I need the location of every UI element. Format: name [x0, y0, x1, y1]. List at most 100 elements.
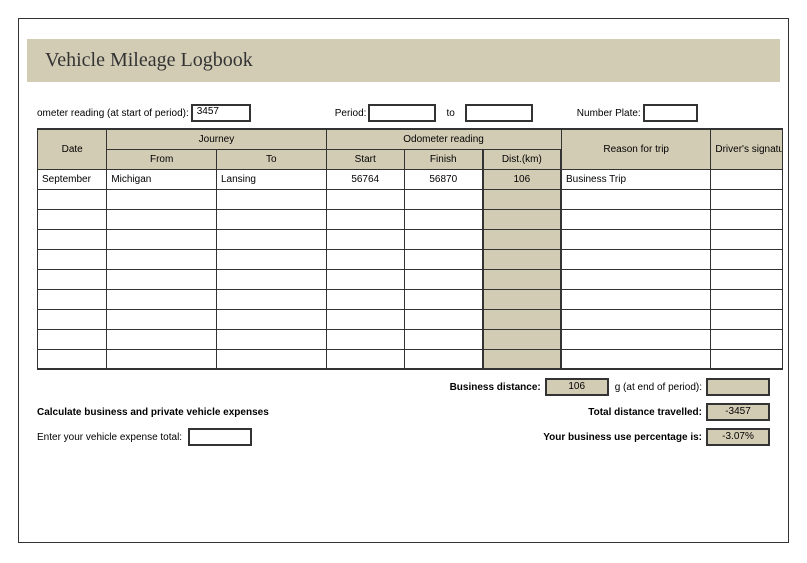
cell-start[interactable] [326, 329, 404, 349]
cell-finish[interactable] [404, 329, 482, 349]
odometer-start-input[interactable]: 3457 [191, 104, 251, 122]
cell-dist[interactable] [483, 349, 561, 369]
cell-reason[interactable] [561, 289, 711, 309]
cell-to[interactable]: Lansing [216, 169, 326, 189]
cell-finish[interactable] [404, 249, 482, 269]
end-period-input[interactable] [706, 378, 770, 396]
cell-date[interactable] [38, 209, 107, 229]
cell-sig[interactable] [711, 189, 783, 209]
cell-date[interactable] [38, 349, 107, 369]
cell-to[interactable] [216, 189, 326, 209]
cell-sig[interactable] [711, 269, 783, 289]
cell-finish[interactable] [404, 269, 482, 289]
col-from: From [107, 149, 217, 169]
cell-dist[interactable] [483, 249, 561, 269]
odometer-start-label: ometer reading (at start of period): [37, 108, 189, 119]
cell-dist[interactable] [483, 229, 561, 249]
cell-dist[interactable] [483, 189, 561, 209]
cell-from[interactable] [107, 229, 217, 249]
cell-finish[interactable]: 56870 [404, 169, 482, 189]
business-pct-value: -3.07% [706, 428, 770, 446]
cell-to[interactable] [216, 269, 326, 289]
cell-sig[interactable] [711, 209, 783, 229]
cell-sig[interactable] [711, 169, 783, 189]
cell-start[interactable] [326, 229, 404, 249]
cell-reason[interactable] [561, 209, 711, 229]
period-from-input[interactable] [368, 104, 436, 122]
cell-to[interactable] [216, 209, 326, 229]
cell-from[interactable] [107, 329, 217, 349]
total-distance-label: Total distance travelled: [588, 407, 702, 418]
cell-date[interactable] [38, 249, 107, 269]
cell-finish[interactable] [404, 289, 482, 309]
cell-dist[interactable] [483, 329, 561, 349]
cell-dist[interactable]: 106 [483, 169, 561, 189]
cell-reason[interactable] [561, 269, 711, 289]
cell-start[interactable] [326, 189, 404, 209]
cell-finish[interactable] [404, 349, 482, 369]
cell-from[interactable] [107, 309, 217, 329]
cell-from[interactable]: Michigan [107, 169, 217, 189]
cell-sig[interactable] [711, 229, 783, 249]
cell-dist[interactable] [483, 209, 561, 229]
cell-to[interactable] [216, 249, 326, 269]
cell-reason[interactable] [561, 309, 711, 329]
cell-reason[interactable] [561, 249, 711, 269]
cell-sig[interactable] [711, 329, 783, 349]
cell-from[interactable] [107, 209, 217, 229]
number-plate-input[interactable] [643, 104, 698, 122]
cell-from[interactable] [107, 349, 217, 369]
cell-dist[interactable] [483, 289, 561, 309]
cell-to[interactable] [216, 289, 326, 309]
cell-to[interactable] [216, 349, 326, 369]
cell-start[interactable] [326, 289, 404, 309]
cell-date[interactable] [38, 329, 107, 349]
cell-reason[interactable] [561, 189, 711, 209]
logbook-frame: Vehicle Mileage Logbook ometer reading (… [18, 18, 789, 543]
cell-from[interactable] [107, 249, 217, 269]
cell-finish[interactable] [404, 229, 482, 249]
cell-sig[interactable] [711, 249, 783, 269]
cell-start[interactable] [326, 249, 404, 269]
cell-date[interactable] [38, 269, 107, 289]
cell-start[interactable] [326, 349, 404, 369]
cell-date[interactable] [38, 189, 107, 209]
period-to-input[interactable] [465, 104, 533, 122]
cell-start[interactable] [326, 269, 404, 289]
cell-reason[interactable] [561, 349, 711, 369]
cell-from[interactable] [107, 289, 217, 309]
cell-dist[interactable] [483, 309, 561, 329]
table-row [38, 269, 783, 289]
cell-start[interactable] [326, 209, 404, 229]
cell-sig[interactable] [711, 289, 783, 309]
cell-sig[interactable] [711, 309, 783, 329]
cell-to[interactable] [216, 309, 326, 329]
expense-input[interactable] [188, 428, 252, 446]
cell-sig[interactable] [711, 349, 783, 369]
cell-to[interactable] [216, 329, 326, 349]
cell-from[interactable] [107, 189, 217, 209]
cell-reason[interactable] [561, 329, 711, 349]
table-row [38, 249, 783, 269]
col-odometer: Odometer reading [326, 129, 561, 149]
cell-from[interactable] [107, 269, 217, 289]
col-start: Start [326, 149, 404, 169]
cell-date[interactable] [38, 229, 107, 249]
cell-finish[interactable] [404, 209, 482, 229]
cell-reason[interactable]: Business Trip [561, 169, 711, 189]
cell-to[interactable] [216, 229, 326, 249]
cell-start[interactable] [326, 309, 404, 329]
cell-start[interactable]: 56764 [326, 169, 404, 189]
col-dist: Dist.(km) [483, 149, 561, 169]
table-row [38, 289, 783, 309]
cell-date[interactable] [38, 309, 107, 329]
summary-section: Business distance: 106 g (at end of peri… [37, 378, 770, 446]
cell-finish[interactable] [404, 309, 482, 329]
title-bar: Vehicle Mileage Logbook [27, 39, 780, 82]
cell-date[interactable]: September [38, 169, 107, 189]
cell-reason[interactable] [561, 229, 711, 249]
meta-row: ometer reading (at start of period): 345… [37, 104, 780, 122]
cell-finish[interactable] [404, 189, 482, 209]
cell-date[interactable] [38, 289, 107, 309]
cell-dist[interactable] [483, 269, 561, 289]
